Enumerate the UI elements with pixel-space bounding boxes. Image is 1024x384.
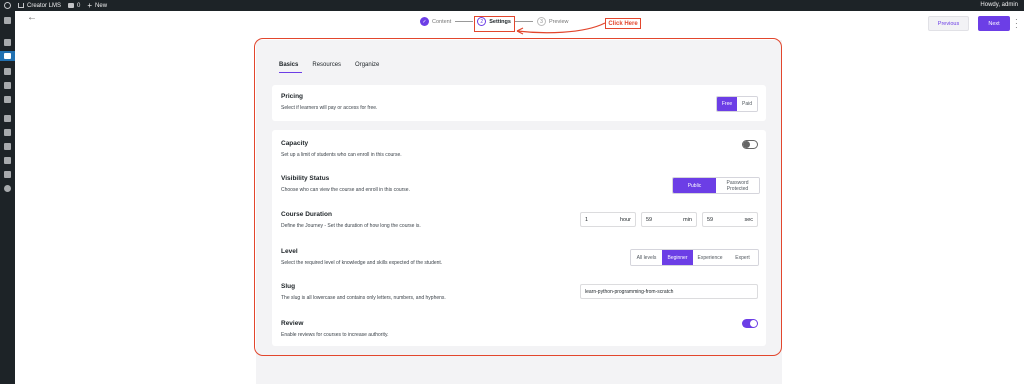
plugins-icon[interactable] — [4, 129, 11, 136]
collapse-menu-icon[interactable] — [4, 185, 11, 192]
previous-button[interactable]: Previous — [928, 16, 969, 31]
annotation-highlight-frame — [254, 38, 782, 356]
appearance-icon[interactable] — [4, 115, 11, 122]
admin-bar: Creator LMS 0 + New Howdy, admin — [0, 0, 1024, 11]
pages-icon[interactable] — [4, 82, 11, 89]
plus-icon: + — [87, 0, 93, 10]
admin-sidebar — [0, 11, 15, 384]
posts-icon[interactable] — [4, 39, 11, 46]
wordpress-logo-icon[interactable] — [4, 2, 11, 9]
check-icon: ✓ — [420, 17, 429, 26]
comments-link[interactable]: 0 — [68, 3, 80, 9]
site-name: Creator LMS — [27, 2, 62, 9]
home-icon — [18, 3, 24, 8]
annotation-arrow — [516, 22, 606, 35]
dashboard-icon[interactable] — [4, 17, 11, 24]
tools-icon[interactable] — [4, 157, 11, 164]
user-greeting[interactable]: Howdy, admin — [980, 2, 1018, 8]
more-options-icon[interactable]: · · · — [1015, 16, 1018, 32]
step-content[interactable]: ✓ Content — [420, 17, 451, 26]
back-arrow-icon[interactable]: ← — [27, 13, 37, 23]
next-button[interactable]: Next — [978, 16, 1010, 31]
comments-icon[interactable] — [4, 96, 11, 103]
settings-highlight-box — [474, 16, 515, 32]
creator-lms-icon[interactable] — [0, 51, 15, 61]
comments-count: 0 — [77, 2, 81, 9]
media-icon[interactable] — [4, 68, 11, 75]
new-label: New — [95, 2, 108, 9]
new-content-link[interactable]: + New — [87, 0, 108, 10]
click-here-callout: Click Here — [605, 18, 641, 29]
comment-bubble-icon — [68, 3, 75, 8]
settings-icon[interactable] — [4, 171, 11, 178]
users-icon[interactable] — [4, 143, 11, 150]
step-label: Content — [432, 18, 452, 25]
site-name-link[interactable]: Creator LMS — [18, 3, 61, 9]
step-connector — [455, 21, 474, 22]
